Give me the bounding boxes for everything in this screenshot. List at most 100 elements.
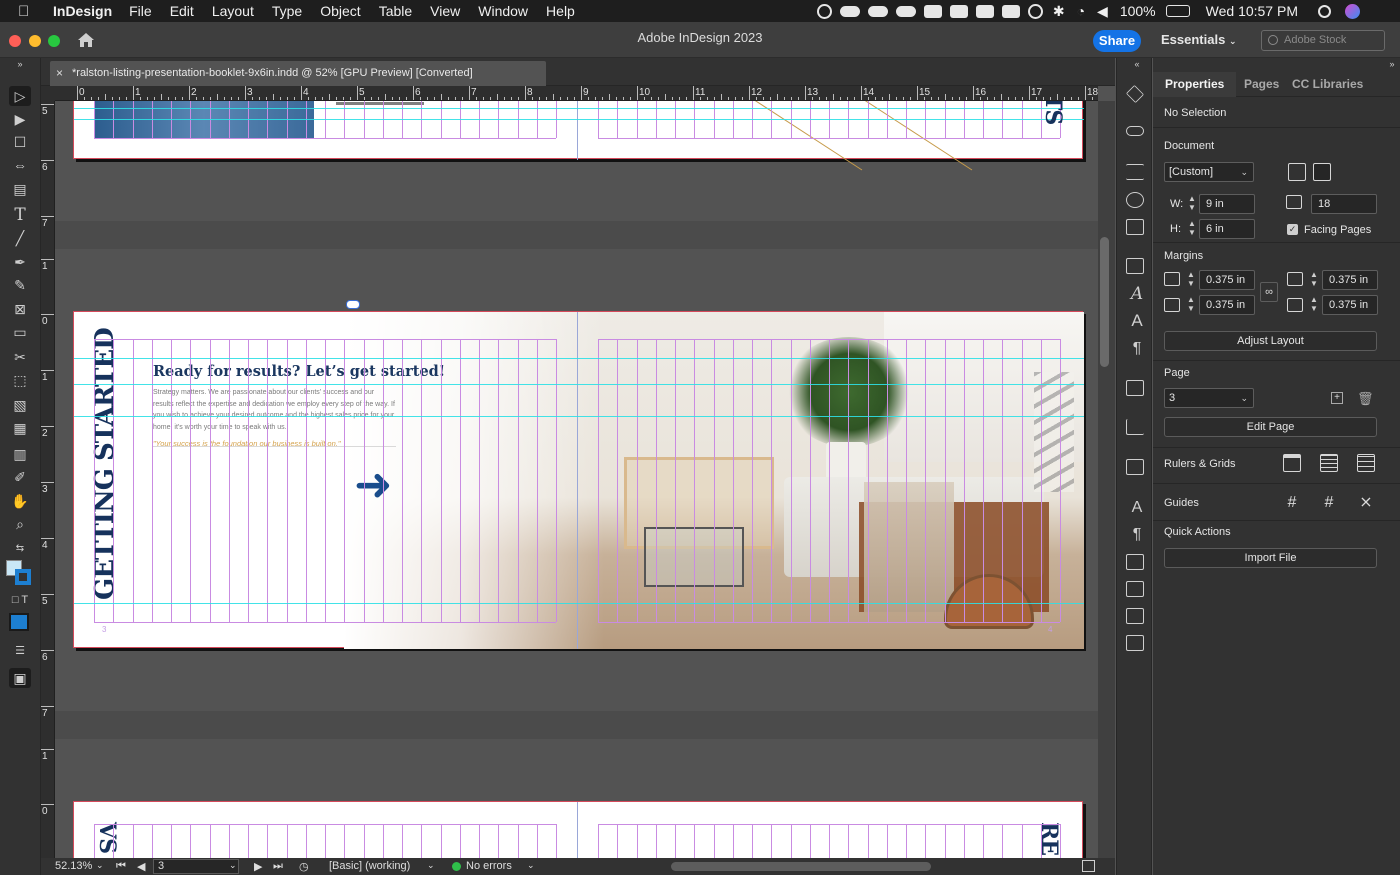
menu-object[interactable]: Object xyxy=(320,3,360,19)
document-tab[interactable]: × *ralston-listing-presentation-booklet-… xyxy=(50,61,546,86)
menu-edit[interactable]: Edit xyxy=(170,3,194,19)
adjust-layout-button[interactable]: Adjust Layout xyxy=(1164,331,1377,351)
cc-libraries-icon[interactable] xyxy=(1126,219,1144,235)
arrow-right-icon[interactable]: ➜ xyxy=(354,461,393,507)
paragraph-styles-icon[interactable]: ¶ xyxy=(1126,525,1148,545)
align-icon[interactable] xyxy=(1126,419,1144,435)
margin-outside-field[interactable]: 0.375 in xyxy=(1322,295,1378,315)
add-page-icon[interactable]: + xyxy=(1331,392,1343,404)
width-stepper[interactable]: ▲ ▼ xyxy=(1185,194,1199,214)
link-icon[interactable] xyxy=(346,300,360,309)
quote-text[interactable]: "Your success is the foundation our busi… xyxy=(153,439,341,448)
strike-icon[interactable] xyxy=(1001,4,1020,18)
selection-tool-icon[interactable]: ▷ xyxy=(9,86,31,106)
body-copy[interactable]: Strategy matters. We are passionate abou… xyxy=(153,387,396,433)
menu-window[interactable]: Window xyxy=(478,3,528,19)
margin-bottom-field[interactable]: 0.375 in xyxy=(1199,295,1255,315)
horizontal-scroll-thumb[interactable] xyxy=(671,862,931,871)
stroke-swatch[interactable] xyxy=(15,569,31,585)
pencil-tool-icon[interactable]: ✎ xyxy=(9,275,31,295)
lock-guides-icon[interactable]: # xyxy=(1320,494,1338,512)
line-tool-icon[interactable]: ╱ xyxy=(9,228,31,248)
cloud-icon[interactable] xyxy=(867,5,888,17)
spread-previous[interactable]: TS xyxy=(73,101,1084,171)
first-page-icon[interactable]: ⏮ xyxy=(116,860,126,873)
next-page-icon[interactable]: ▶ xyxy=(254,860,262,873)
swap-fill-stroke-icon[interactable]: ⇆ xyxy=(9,538,31,558)
apple-icon[interactable]:  xyxy=(18,3,38,20)
error-status[interactable]: No errors xyxy=(466,860,512,872)
menu-help[interactable]: Help xyxy=(546,3,575,19)
time-machine-icon[interactable] xyxy=(1027,3,1043,19)
character-styles-icon[interactable]: A xyxy=(1126,284,1148,304)
volume-icon[interactable]: ◀ xyxy=(1097,3,1108,20)
cell-styles-icon[interactable] xyxy=(1126,635,1144,651)
stack-icon[interactable] xyxy=(949,4,968,18)
document-grid-icon[interactable] xyxy=(1357,454,1375,472)
preflight-icon[interactable]: ◷ xyxy=(299,860,309,873)
screen-mode-icon[interactable]: ☰ xyxy=(9,640,31,660)
page-field[interactable]: 3 xyxy=(153,859,239,874)
swatches-icon[interactable] xyxy=(1126,192,1144,208)
pages-count-field[interactable]: 18 xyxy=(1311,194,1377,214)
battery-icon[interactable] xyxy=(1165,5,1190,17)
gradient-feather-tool-icon[interactable]: ▦ xyxy=(9,418,31,438)
baseline-grid-icon[interactable] xyxy=(1320,454,1338,472)
portrait-orientation-icon[interactable] xyxy=(1288,163,1306,181)
chevron-down-icon[interactable]: ⌄ xyxy=(527,860,535,871)
eyedropper-tool-icon[interactable]: ✐ xyxy=(9,467,31,487)
share-button[interactable]: Share xyxy=(1093,30,1141,52)
character-icon[interactable]: A xyxy=(1126,311,1148,331)
links-icon[interactable] xyxy=(1126,126,1144,136)
horizontal-ruler[interactable]: 0 1 2 3 4 5 6 7 8 9 10 11 12 13 14 15 16 17 18 xyxy=(55,86,1098,101)
height-field[interactable]: 6 in xyxy=(1199,219,1255,239)
heading-ready[interactable]: Ready for results? Let’s get started! xyxy=(153,363,445,380)
landscape-orientation-icon[interactable] xyxy=(1313,163,1331,181)
paragraph-styles-icon[interactable] xyxy=(1126,258,1144,274)
margin-inside-field[interactable]: 0.375 in xyxy=(1322,270,1378,290)
note-tool-icon[interactable]: ▥ xyxy=(9,444,31,464)
vertical-ruler[interactable]: 5 6 7 1 0 1 2 3 4 5 6 7 1 0 xyxy=(41,101,55,858)
cloud-icon[interactable] xyxy=(839,5,860,17)
text-wrap-icon[interactable] xyxy=(1126,459,1144,475)
menu-table[interactable]: Table xyxy=(379,3,412,19)
guides-show-icon[interactable]: # xyxy=(1283,494,1301,512)
document-canvas[interactable]: TS GETTING STARTED Ready for results? Le… xyxy=(55,101,1098,858)
tab-cc-libraries[interactable]: CC Libraries xyxy=(1292,72,1363,97)
formatting-container-icon[interactable]: □ T xyxy=(9,590,31,610)
page-dropdown[interactable]: 3 ⌄ xyxy=(1164,388,1254,408)
chevron-down-icon[interactable]: ⌄ xyxy=(229,860,237,871)
menu-view[interactable]: View xyxy=(430,3,460,19)
link-margins-icon[interactable]: ∞ xyxy=(1260,282,1278,302)
adobe-stock-search[interactable]: Adobe Stock xyxy=(1261,30,1385,51)
workspace-switcher[interactable]: Essentials ⌄ xyxy=(1161,32,1237,47)
tab-properties[interactable]: Properties xyxy=(1153,72,1237,97)
delete-page-icon[interactable]: 🗑︎ xyxy=(1357,391,1374,407)
gradient-tool-icon[interactable]: ▧ xyxy=(9,395,31,415)
rectangle-tool-icon[interactable]: ▭ xyxy=(9,322,31,342)
menubar-clock[interactable]: Wed 10:57 PM xyxy=(1206,3,1298,19)
close-tab-icon[interactable]: × xyxy=(56,61,63,86)
chevron-down-icon[interactable]: ⌄ xyxy=(96,860,104,871)
chevron-down-icon[interactable]: ⌄ xyxy=(427,860,435,871)
edit-page-button[interactable]: Edit Page xyxy=(1164,417,1377,437)
zoom-tool-icon[interactable]: ⌕ xyxy=(9,514,31,534)
tab-pages[interactable]: Pages xyxy=(1244,72,1279,97)
photo-jeans[interactable] xyxy=(94,101,314,138)
width-field[interactable]: 9 in xyxy=(1199,194,1255,214)
paragraph-icon[interactable]: ¶ xyxy=(1126,339,1148,359)
type-tool-icon[interactable]: T xyxy=(9,205,31,225)
gap-tool-icon[interactable]: ⇔ xyxy=(9,155,31,175)
direct-selection-tool-icon[interactable]: ▶ xyxy=(9,109,31,129)
prev-page-icon[interactable]: ◀ xyxy=(137,860,145,873)
import-file-button[interactable]: Import File xyxy=(1164,548,1377,568)
spotlight-icon[interactable] xyxy=(1318,4,1331,18)
margin-bottom-stepper[interactable]: ▲ ▼ xyxy=(1184,295,1198,315)
preview-mode-icon[interactable]: ▣ xyxy=(9,668,31,688)
fill-stroke-swatch[interactable] xyxy=(6,560,34,586)
cloud-icon[interactable] xyxy=(895,5,916,17)
sync-icon[interactable] xyxy=(975,4,994,18)
free-transform-tool-icon[interactable]: ⬚ xyxy=(9,370,31,390)
menu-type[interactable]: Type xyxy=(272,3,302,19)
smart-guides-icon[interactable]: ⨯ xyxy=(1357,494,1375,512)
